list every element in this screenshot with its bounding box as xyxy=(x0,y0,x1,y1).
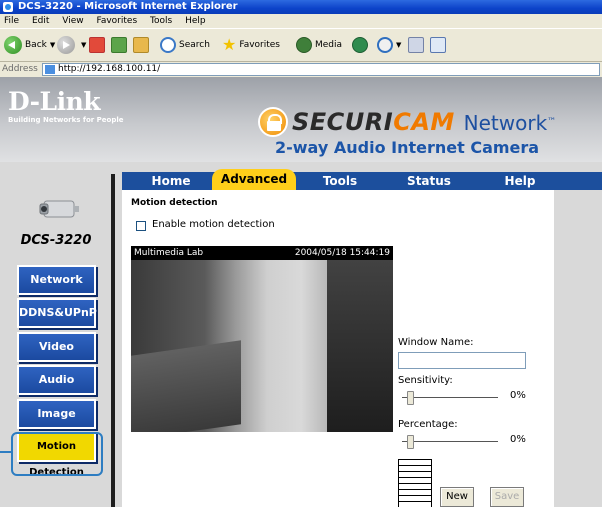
star-icon: ★ xyxy=(222,35,237,54)
address-label: Address xyxy=(2,64,38,74)
page-header: D-Link Building Networks for People SECU… xyxy=(0,77,602,162)
live-video[interactable]: Multimedia Lab 2004/05/18 15:44:19 xyxy=(131,246,393,432)
tab-home[interactable]: Home xyxy=(136,172,206,190)
product-logo-cam: CAM xyxy=(393,108,455,136)
stop-button[interactable] xyxy=(89,35,105,55)
window-titlebar: DCS-3220 - Microsoft Internet Explorer xyxy=(0,0,602,14)
percentage-value: 0% xyxy=(510,434,526,445)
search-button[interactable]: Search xyxy=(160,35,210,55)
forward-button[interactable]: ▼ xyxy=(57,35,89,55)
window-title: DCS-3220 - Microsoft Internet Explorer xyxy=(18,1,238,12)
dropdown-caret-icon: ▼ xyxy=(49,41,56,49)
active-item-highlight xyxy=(11,432,103,476)
page-icon xyxy=(45,65,55,74)
slider-track xyxy=(402,441,498,442)
stop-icon xyxy=(89,37,105,53)
print-button[interactable] xyxy=(408,35,424,55)
sensitivity-slider[interactable] xyxy=(402,391,502,405)
back-button[interactable]: Back ▼ xyxy=(4,35,58,55)
edit-icon xyxy=(430,37,446,53)
history-icon xyxy=(352,37,368,53)
window-name-label: Window Name: xyxy=(398,337,474,348)
divider xyxy=(111,174,115,507)
favorites-button[interactable]: ★ Favorites xyxy=(222,35,280,55)
media-icon xyxy=(296,37,312,53)
product-logo-network: Network xyxy=(463,111,548,135)
tab-status[interactable]: Status xyxy=(386,172,472,190)
product-logo-securi: SECURI xyxy=(292,108,394,136)
search-icon xyxy=(160,37,176,53)
tab-help[interactable]: Help xyxy=(480,172,560,190)
video-timestamp: 2004/05/18 15:44:19 xyxy=(294,248,390,258)
camera-model: DCS-3220 xyxy=(20,233,92,248)
back-arrow-icon xyxy=(4,36,22,54)
address-url: http://192.168.100.11/ xyxy=(58,64,161,74)
video-frame xyxy=(131,260,393,432)
dropdown-caret-icon: ▼ xyxy=(396,41,402,49)
dropdown-caret-icon: ▼ xyxy=(81,41,87,49)
ie-logo-icon xyxy=(3,2,13,12)
menu-bar: File Edit View Favorites Tools Help xyxy=(0,14,602,28)
motion-window-grid xyxy=(398,459,432,507)
slider-thumb[interactable] xyxy=(407,391,414,405)
save-button[interactable]: Save xyxy=(490,487,524,507)
menu-file[interactable]: File xyxy=(4,16,19,26)
main-content: Motion detection Enable motion detection… xyxy=(122,190,554,507)
home-icon xyxy=(133,37,149,53)
enable-motion-label: Enable motion detection xyxy=(152,219,275,230)
sidebar-item-video[interactable]: Video xyxy=(17,332,96,362)
history-button[interactable] xyxy=(352,35,368,55)
sidebar-item-ddns-upnp[interactable]: DDNS&UPnP xyxy=(17,298,97,328)
percentage-slider[interactable] xyxy=(402,435,502,449)
video-caption: Multimedia Lab xyxy=(134,248,204,258)
refresh-button[interactable] xyxy=(111,35,127,55)
browser-toolbar: Back ▼ ▼ Search ★ Favorites Media ▼ xyxy=(0,28,602,62)
media-button[interactable]: Media xyxy=(296,35,342,55)
product-tagline: 2-way Audio Internet Camera xyxy=(275,138,540,157)
new-button[interactable]: New xyxy=(440,487,474,507)
sensitivity-value: 0% xyxy=(510,390,526,401)
mail-button[interactable]: ▼ xyxy=(377,35,404,55)
print-icon xyxy=(408,37,424,53)
video-caption-bar: Multimedia Lab 2004/05/18 15:44:19 xyxy=(131,246,393,260)
enable-motion-checkbox[interactable] xyxy=(136,221,146,231)
callout-line xyxy=(0,451,12,453)
section-title: Motion detection xyxy=(131,198,218,208)
trademark-mark: ™ xyxy=(547,117,557,127)
sensitivity-label: Sensitivity: xyxy=(398,375,453,386)
menu-edit[interactable]: Edit xyxy=(32,16,49,26)
tab-tools[interactable]: Tools xyxy=(302,172,378,190)
forward-arrow-icon xyxy=(57,36,75,54)
edit-button[interactable] xyxy=(430,35,446,55)
tab-advanced[interactable]: Advanced xyxy=(212,169,296,190)
camera-web-page: D-Link Building Networks for People SECU… xyxy=(0,77,602,507)
address-bar: Address http://192.168.100.11/ xyxy=(0,62,602,77)
media-label: Media xyxy=(315,40,343,50)
percentage-label: Percentage: xyxy=(398,419,458,430)
slider-track xyxy=(402,397,498,398)
refresh-icon xyxy=(111,37,127,53)
window-name-input[interactable] xyxy=(398,352,526,369)
home-button[interactable] xyxy=(133,35,149,55)
product-logo: SECURICAM Network™ xyxy=(292,108,556,137)
sidebar-item-audio[interactable]: Audio xyxy=(17,365,96,395)
menu-help[interactable]: Help xyxy=(185,16,206,26)
slider-thumb[interactable] xyxy=(407,435,414,449)
address-input[interactable]: http://192.168.100.11/ xyxy=(42,63,600,76)
dlink-tagline: Building Networks for People xyxy=(8,116,124,124)
mail-icon xyxy=(377,37,393,53)
camera-icon xyxy=(39,200,79,218)
sidebar-item-image-setting[interactable]: Image Setting xyxy=(17,399,96,446)
menu-tools[interactable]: Tools xyxy=(150,16,172,26)
dlink-logo: D-Link xyxy=(8,87,101,116)
menu-favorites[interactable]: Favorites xyxy=(96,16,137,26)
menu-view[interactable]: View xyxy=(62,16,83,26)
lock-icon xyxy=(258,107,288,137)
search-label: Search xyxy=(179,40,210,50)
sidebar-item-network[interactable]: Network xyxy=(17,265,96,295)
favorites-label: Favorites xyxy=(239,40,280,50)
back-label: Back xyxy=(25,40,47,50)
